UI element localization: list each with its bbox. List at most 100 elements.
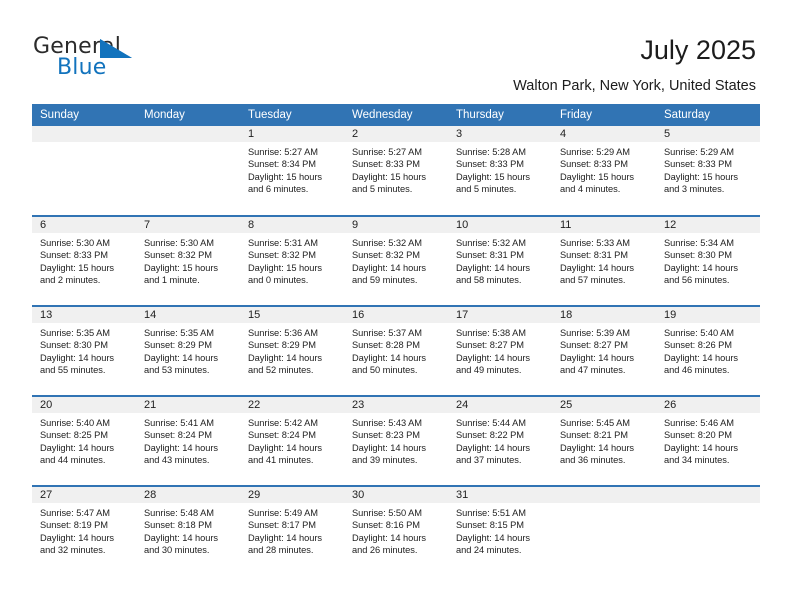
day-number: 9 bbox=[344, 217, 448, 233]
day-cell-inner: 21 Sunrise: 5:41 AM Sunset: 8:24 PM Dayligh… bbox=[136, 397, 240, 485]
day-sun-info: Sunrise: 5:40 AM Sunset: 8:26 PM Daylight:… bbox=[656, 323, 760, 377]
calendar-day-cell[interactable]: 23 Sunrise: 5:43 AM Sunset: 8:23 PM Dayligh… bbox=[344, 395, 448, 486]
day-number: 25 bbox=[552, 397, 656, 413]
calendar-day-cell[interactable]: 12 Sunrise: 5:34 AM Sunset: 8:30 PM Dayligh… bbox=[656, 215, 760, 306]
day-cell-inner: 28 Sunrise: 5:48 AM Sunset: 8:18 PM Dayligh… bbox=[136, 487, 240, 575]
sunset-text: Sunset: 8:31 PM bbox=[456, 250, 524, 261]
calendar-day-cell-empty bbox=[552, 485, 656, 576]
calendar-day-cell[interactable]: 10 Sunrise: 5:32 AM Sunset: 8:31 PM Dayligh… bbox=[448, 215, 552, 306]
day-cell-inner: 1 Sunrise: 5:27 AM Sunset: 8:34 PM Daylight… bbox=[240, 126, 344, 214]
day-number bbox=[32, 126, 136, 142]
daylight-text: Daylight: 14 hours and 56 minutes. bbox=[664, 262, 739, 286]
day-number: 8 bbox=[240, 217, 344, 233]
calendar-day-cell-empty bbox=[656, 485, 760, 576]
sunrise-text: Sunrise: 5:37 AM bbox=[352, 328, 422, 338]
daylight-text: Daylight: 15 hours and 6 minutes. bbox=[248, 171, 323, 195]
sunrise-text: Sunrise: 5:46 AM bbox=[664, 418, 734, 428]
sunrise-text: Sunrise: 5:43 AM bbox=[352, 418, 422, 428]
daylight-text: Daylight: 15 hours and 5 minutes. bbox=[456, 171, 531, 195]
day-cell-inner: 17 Sunrise: 5:38 AM Sunset: 8:27 PM Dayligh… bbox=[448, 307, 552, 395]
calendar-table: Sunday Monday Tuesday Wednesday Thursday Frid… bbox=[32, 104, 760, 576]
weekday-header-wednesday: Wednesday bbox=[344, 104, 448, 126]
daylight-text: Daylight: 14 hours and 55 minutes. bbox=[40, 352, 115, 376]
calendar-day-cell[interactable]: 22 Sunrise: 5:42 AM Sunset: 8:24 PM Dayligh… bbox=[240, 395, 344, 486]
brand-word-blue: Blue bbox=[57, 55, 107, 80]
daylight-text: Daylight: 14 hours and 43 minutes. bbox=[144, 442, 219, 466]
day-sun-info: Sunrise: 5:29 AM Sunset: 8:33 PM Daylight:… bbox=[552, 142, 656, 196]
calendar-day-cell[interactable]: 2 Sunrise: 5:27 AM Sunset: 8:33 PM Daylight… bbox=[344, 126, 448, 216]
calendar-day-cell[interactable]: 29 Sunrise: 5:49 AM Sunset: 8:17 PM Dayligh… bbox=[240, 485, 344, 576]
calendar-day-cell[interactable]: 4 Sunrise: 5:29 AM Sunset: 8:33 PM Daylight… bbox=[552, 126, 656, 216]
calendar-day-cell[interactable]: 20 Sunrise: 5:40 AM Sunset: 8:25 PM Dayligh… bbox=[32, 395, 136, 486]
day-sun-info: Sunrise: 5:28 AM Sunset: 8:33 PM Daylight:… bbox=[448, 142, 552, 196]
sunset-text: Sunset: 8:27 PM bbox=[456, 340, 524, 351]
calendar-day-cell[interactable]: 17 Sunrise: 5:38 AM Sunset: 8:27 PM Dayligh… bbox=[448, 305, 552, 396]
daylight-text: Daylight: 14 hours and 52 minutes. bbox=[248, 352, 323, 376]
calendar-day-cell[interactable]: 5 Sunrise: 5:29 AM Sunset: 8:33 PM Daylight… bbox=[656, 126, 760, 216]
calendar-day-cell[interactable]: 11 Sunrise: 5:33 AM Sunset: 8:31 PM Dayligh… bbox=[552, 215, 656, 306]
daylight-text: Daylight: 14 hours and 50 minutes. bbox=[352, 352, 427, 376]
day-sun-info: Sunrise: 5:43 AM Sunset: 8:23 PM Daylight:… bbox=[344, 413, 448, 467]
calendar-day-cell[interactable]: 18 Sunrise: 5:39 AM Sunset: 8:27 PM Dayligh… bbox=[552, 305, 656, 396]
brand-logo[interactable]: General Blue bbox=[33, 34, 263, 86]
sunset-text: Sunset: 8:33 PM bbox=[352, 159, 420, 170]
day-cell-inner bbox=[552, 487, 656, 575]
sunset-text: Sunset: 8:32 PM bbox=[248, 250, 316, 261]
day-sun-info: Sunrise: 5:42 AM Sunset: 8:24 PM Daylight:… bbox=[240, 413, 344, 467]
day-cell-inner: 31 Sunrise: 5:51 AM Sunset: 8:15 PM Dayligh… bbox=[448, 487, 552, 575]
sunset-text: Sunset: 8:33 PM bbox=[40, 250, 108, 261]
daylight-text: Daylight: 14 hours and 58 minutes. bbox=[456, 262, 531, 286]
calendar-day-cell[interactable]: 15 Sunrise: 5:36 AM Sunset: 8:29 PM Dayligh… bbox=[240, 305, 344, 396]
weekday-header-saturday: Saturday bbox=[656, 104, 760, 126]
daylight-text: Daylight: 14 hours and 49 minutes. bbox=[456, 352, 531, 376]
day-number: 7 bbox=[136, 217, 240, 233]
daylight-text: Daylight: 15 hours and 1 minute. bbox=[144, 262, 219, 286]
calendar-day-cell[interactable]: 1 Sunrise: 5:27 AM Sunset: 8:34 PM Daylight… bbox=[240, 126, 344, 216]
day-cell-inner: 8 Sunrise: 5:31 AM Sunset: 8:32 PM Daylight… bbox=[240, 217, 344, 305]
calendar-day-cell[interactable]: 30 Sunrise: 5:50 AM Sunset: 8:16 PM Dayligh… bbox=[344, 485, 448, 576]
day-number: 13 bbox=[32, 307, 136, 323]
calendar-day-cell[interactable]: 13 Sunrise: 5:35 AM Sunset: 8:30 PM Dayligh… bbox=[32, 305, 136, 396]
calendar-day-cell[interactable]: 7 Sunrise: 5:30 AM Sunset: 8:32 PM Daylight… bbox=[136, 215, 240, 306]
sunrise-text: Sunrise: 5:30 AM bbox=[40, 238, 110, 248]
day-sun-info: Sunrise: 5:29 AM Sunset: 8:33 PM Daylight:… bbox=[656, 142, 760, 196]
daylight-text: Daylight: 14 hours and 32 minutes. bbox=[40, 532, 115, 556]
calendar-day-cell[interactable]: 31 Sunrise: 5:51 AM Sunset: 8:15 PM Dayligh… bbox=[448, 485, 552, 576]
day-number: 5 bbox=[656, 126, 760, 142]
calendar-day-cell[interactable]: 21 Sunrise: 5:41 AM Sunset: 8:24 PM Dayligh… bbox=[136, 395, 240, 486]
calendar-day-cell[interactable]: 16 Sunrise: 5:37 AM Sunset: 8:28 PM Dayligh… bbox=[344, 305, 448, 396]
sunset-text: Sunset: 8:18 PM bbox=[144, 520, 212, 531]
sunset-text: Sunset: 8:23 PM bbox=[352, 430, 420, 441]
day-number: 22 bbox=[240, 397, 344, 413]
day-number bbox=[656, 487, 760, 503]
calendar-day-cell[interactable]: 9 Sunrise: 5:32 AM Sunset: 8:32 PM Daylight… bbox=[344, 215, 448, 306]
day-sun-info: Sunrise: 5:47 AM Sunset: 8:19 PM Daylight:… bbox=[32, 503, 136, 557]
page-title: July 2025 bbox=[640, 35, 756, 65]
calendar-day-cell[interactable]: 8 Sunrise: 5:31 AM Sunset: 8:32 PM Daylight… bbox=[240, 215, 344, 306]
calendar-day-cell[interactable]: 14 Sunrise: 5:35 AM Sunset: 8:29 PM Dayligh… bbox=[136, 305, 240, 396]
daylight-text: Daylight: 15 hours and 2 minutes. bbox=[40, 262, 115, 286]
sunset-text: Sunset: 8:19 PM bbox=[40, 520, 108, 531]
calendar-day-cell[interactable]: 24 Sunrise: 5:44 AM Sunset: 8:22 PM Dayligh… bbox=[448, 395, 552, 486]
calendar-week-row: 27 Sunrise: 5:47 AM Sunset: 8:19 PM Dayligh… bbox=[32, 485, 760, 576]
calendar-day-cell-empty bbox=[136, 126, 240, 216]
day-sun-info: Sunrise: 5:50 AM Sunset: 8:16 PM Daylight:… bbox=[344, 503, 448, 557]
sunset-text: Sunset: 8:27 PM bbox=[560, 340, 628, 351]
day-number bbox=[136, 126, 240, 142]
calendar-day-cell[interactable]: 26 Sunrise: 5:46 AM Sunset: 8:20 PM Dayligh… bbox=[656, 395, 760, 486]
sunset-text: Sunset: 8:32 PM bbox=[144, 250, 212, 261]
daylight-text: Daylight: 15 hours and 0 minutes. bbox=[248, 262, 323, 286]
sunrise-text: Sunrise: 5:45 AM bbox=[560, 418, 630, 428]
calendar-day-cell[interactable]: 19 Sunrise: 5:40 AM Sunset: 8:26 PM Dayligh… bbox=[656, 305, 760, 396]
calendar-day-cell[interactable]: 27 Sunrise: 5:47 AM Sunset: 8:19 PM Dayligh… bbox=[32, 485, 136, 576]
daylight-text: Daylight: 14 hours and 30 minutes. bbox=[144, 532, 219, 556]
calendar-day-cell[interactable]: 28 Sunrise: 5:48 AM Sunset: 8:18 PM Dayligh… bbox=[136, 485, 240, 576]
sunset-text: Sunset: 8:30 PM bbox=[40, 340, 108, 351]
calendar-day-cell[interactable]: 25 Sunrise: 5:45 AM Sunset: 8:21 PM Dayligh… bbox=[552, 395, 656, 486]
day-number: 4 bbox=[552, 126, 656, 142]
calendar-day-cell[interactable]: 3 Sunrise: 5:28 AM Sunset: 8:33 PM Daylight… bbox=[448, 126, 552, 216]
day-number: 1 bbox=[240, 126, 344, 142]
calendar-day-cell[interactable]: 6 Sunrise: 5:30 AM Sunset: 8:33 PM Daylight… bbox=[32, 215, 136, 306]
sunrise-text: Sunrise: 5:32 AM bbox=[352, 238, 422, 248]
day-cell-inner: 12 Sunrise: 5:34 AM Sunset: 8:30 PM Dayligh… bbox=[656, 217, 760, 305]
